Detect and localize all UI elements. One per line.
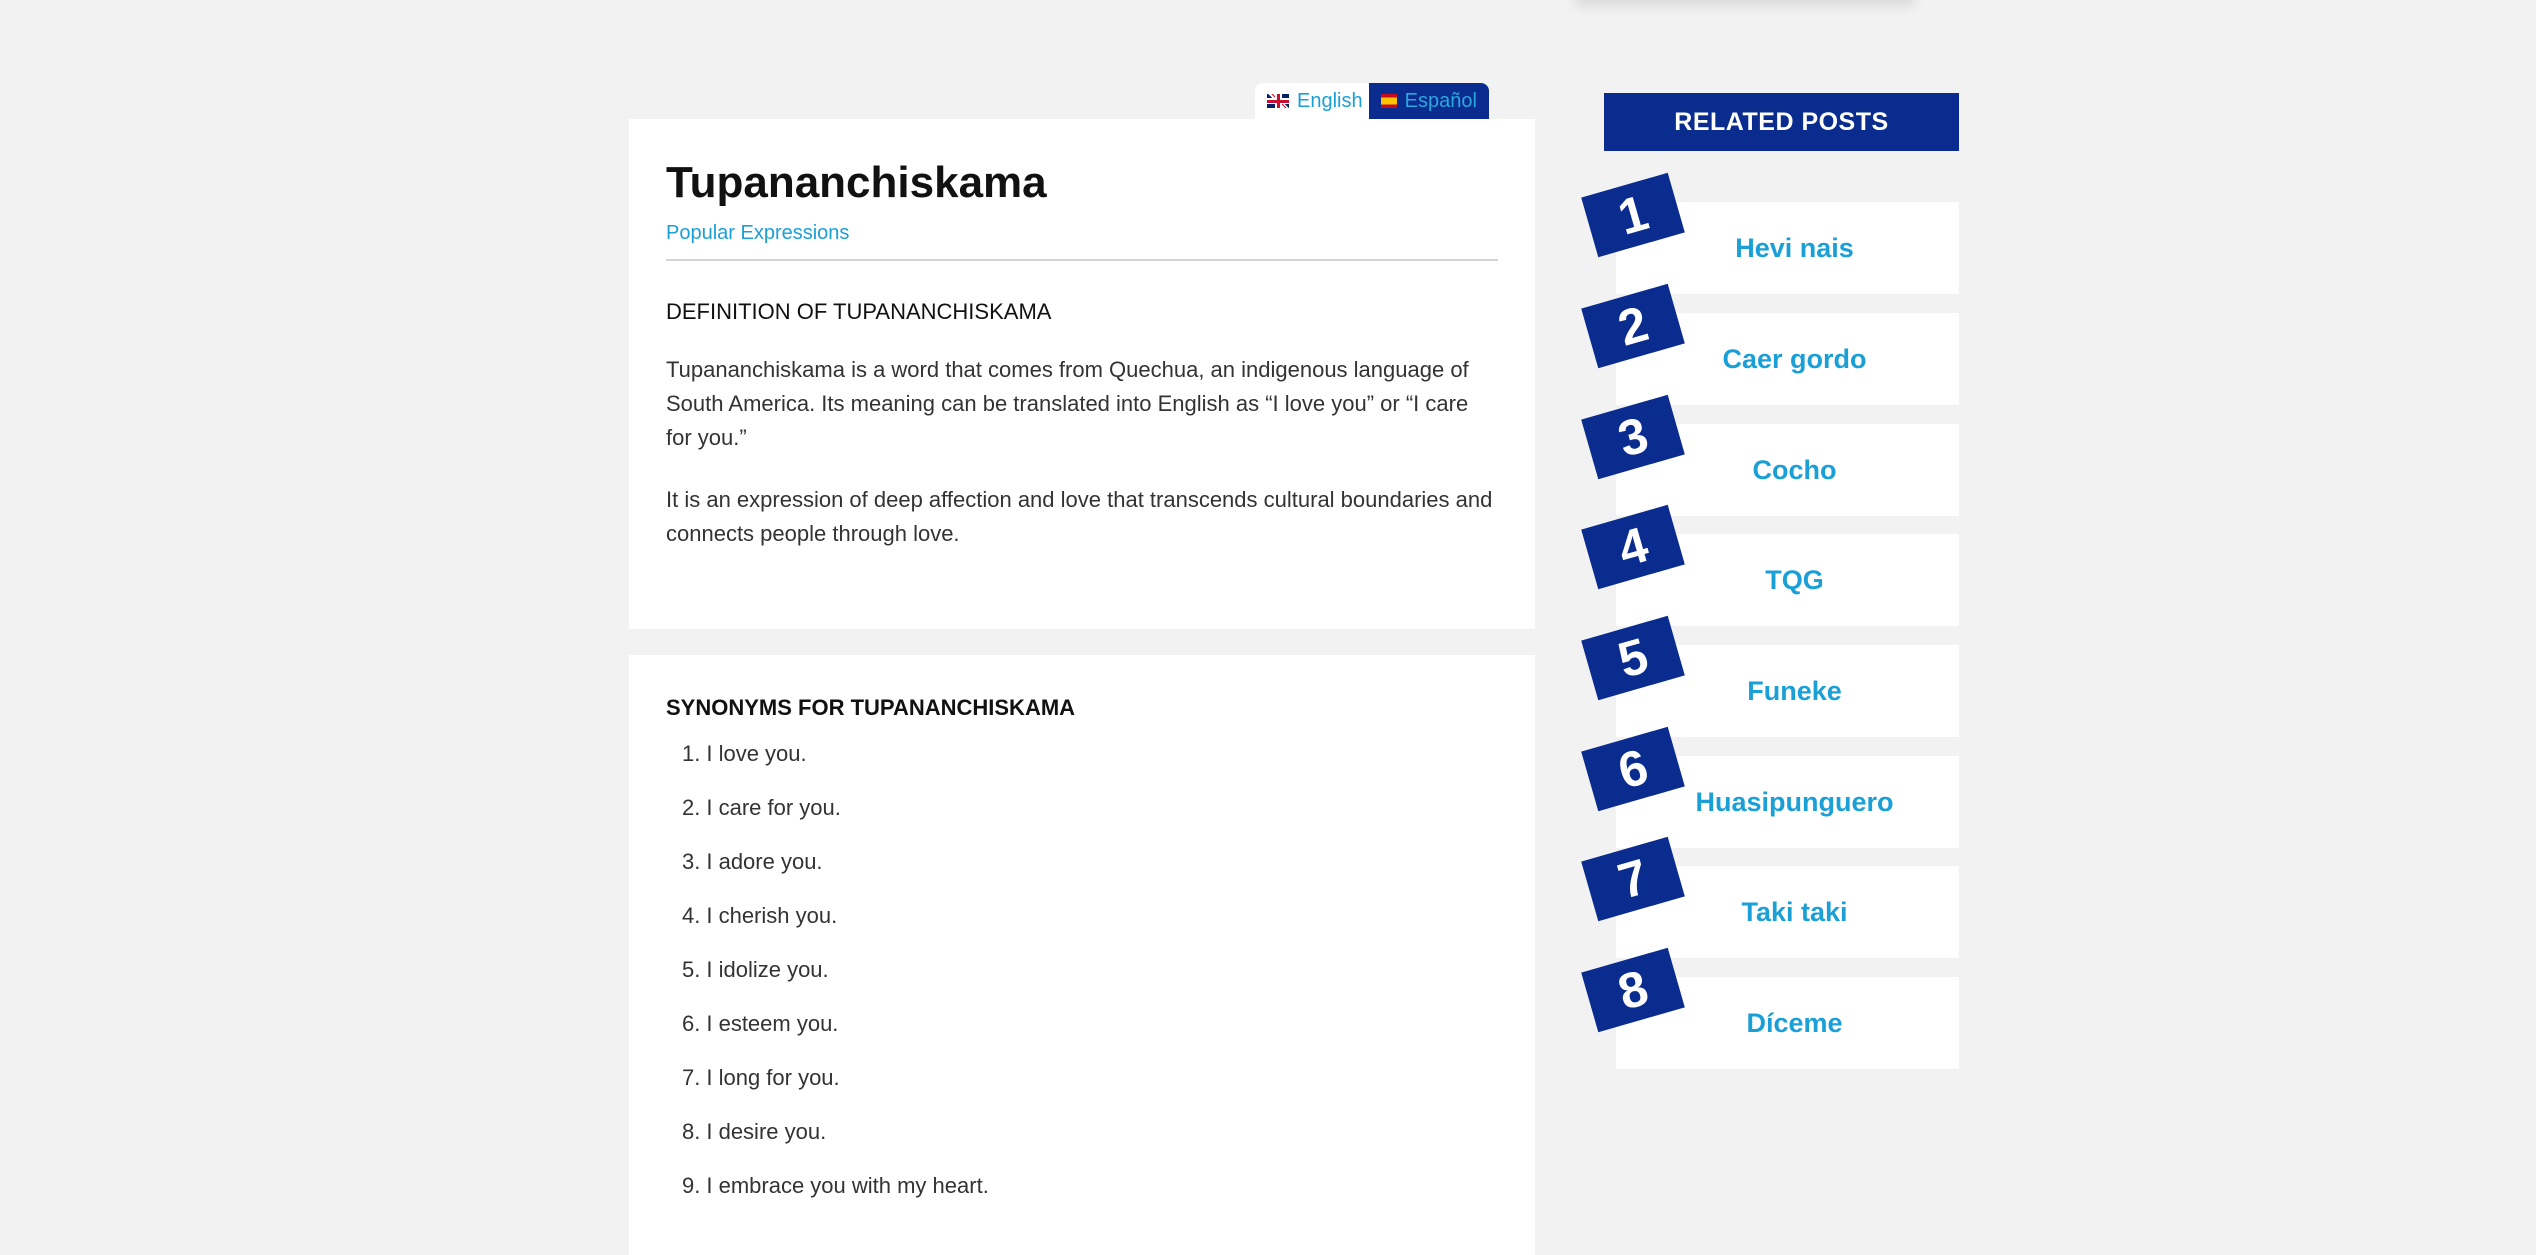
- related-post-item[interactable]: 6 Huasipunguero: [1581, 726, 1960, 848]
- title-divider: [666, 258, 1498, 261]
- list-item: 6. I esteem you.: [682, 1009, 1498, 1063]
- list-item: 2. I care for you.: [682, 793, 1498, 847]
- list-item-number: 8.: [682, 1119, 701, 1144]
- synonyms-card: SYNONYMS FOR TUPANANCHISKAMA 1. I love yo…: [629, 655, 1535, 1255]
- language-switcher: English Español: [1255, 83, 1489, 119]
- language-tab-spanish-label: Español: [1404, 89, 1477, 112]
- list-item: 8. I desire you.: [682, 1117, 1498, 1171]
- list-item-text: I desire you.: [706, 1119, 827, 1144]
- language-tab-english-label: English: [1297, 89, 1363, 112]
- related-post-item[interactable]: 2 Caer gordo: [1581, 283, 1960, 405]
- list-item: 7. I long for you.: [682, 1063, 1498, 1117]
- related-post-item[interactable]: 3 Cocho: [1581, 394, 1960, 516]
- list-item-text: I cherish you.: [706, 903, 838, 928]
- list-item: 4. I cherish you.: [682, 901, 1498, 955]
- list-item-number: 7.: [682, 1065, 701, 1090]
- list-item-number: 6.: [682, 1011, 701, 1036]
- list-item-text: I adore you.: [706, 849, 823, 874]
- list-item-text: I care for you.: [706, 795, 841, 820]
- list-item: 3. I adore you.: [682, 847, 1498, 901]
- related-post-link[interactable]: Cocho: [1753, 455, 1837, 486]
- related-post-link[interactable]: Funeke: [1747, 676, 1842, 707]
- list-item-number: 5.: [682, 957, 701, 982]
- related-post-link[interactable]: TQG: [1765, 565, 1824, 596]
- category-link[interactable]: Popular Expressions: [666, 222, 1498, 245]
- list-item: 9. I embrace you with my heart.: [682, 1171, 1498, 1225]
- uk-flag-icon: [1267, 94, 1289, 108]
- related-post-link[interactable]: Hevi nais: [1735, 233, 1854, 264]
- list-item-number: 2.: [682, 795, 701, 820]
- related-posts-heading: RELATED POSTS: [1604, 93, 1959, 151]
- related-post-item[interactable]: 8 Díceme: [1581, 947, 1960, 1069]
- list-item-number: 3.: [682, 849, 701, 874]
- language-tab-spanish[interactable]: Español: [1368, 83, 1489, 119]
- synonyms-heading: SYNONYMS FOR TUPANANCHISKAMA: [666, 695, 1076, 720]
- list-item-number: 4.: [682, 903, 701, 928]
- page-title: Tupananchiskama: [666, 158, 1047, 207]
- definition-paragraph: Tupananchiskama is a word that comes fro…: [666, 356, 1469, 450]
- post-card: Tupananchiskama Popular Expressions DEFI…: [629, 119, 1535, 629]
- list-item-number: 1.: [682, 741, 701, 766]
- definition-heading: DEFINITION OF TUPANANCHISKAMA: [666, 298, 1052, 324]
- list-item-text: I love you.: [706, 741, 807, 766]
- synonyms-list: 1. I love you. 2. I care for you. 3. I ador…: [666, 739, 1498, 1225]
- list-item-text: I long for you.: [706, 1065, 840, 1090]
- related-post-item[interactable]: 7 Taki taki: [1581, 836, 1960, 958]
- language-tab-english[interactable]: English: [1255, 83, 1375, 119]
- related-post-link[interactable]: Díceme: [1746, 1008, 1842, 1039]
- list-item: 5. I idolize you.: [682, 955, 1498, 1009]
- related-post-item[interactable]: 5 Funeke: [1581, 615, 1960, 737]
- list-item-number: 9.: [682, 1173, 701, 1198]
- related-post-link[interactable]: Huasipunguero: [1695, 787, 1893, 818]
- related-post-item[interactable]: 1 Hevi nais: [1581, 172, 1960, 294]
- related-post-item[interactable]: 4 TQG: [1581, 504, 1960, 626]
- related-post-link[interactable]: Taki taki: [1741, 897, 1847, 928]
- definition-paragraph: It is an expression of deep affection an…: [666, 486, 1493, 546]
- spain-flag-icon: [1380, 94, 1397, 108]
- list-item-text: I embrace you with my heart.: [706, 1173, 989, 1198]
- list-item-text: I idolize you.: [706, 957, 829, 982]
- related-post-link[interactable]: Caer gordo: [1722, 344, 1866, 375]
- list-item: 1. I love you.: [682, 739, 1498, 793]
- list-item-text: I esteem you.: [706, 1011, 839, 1036]
